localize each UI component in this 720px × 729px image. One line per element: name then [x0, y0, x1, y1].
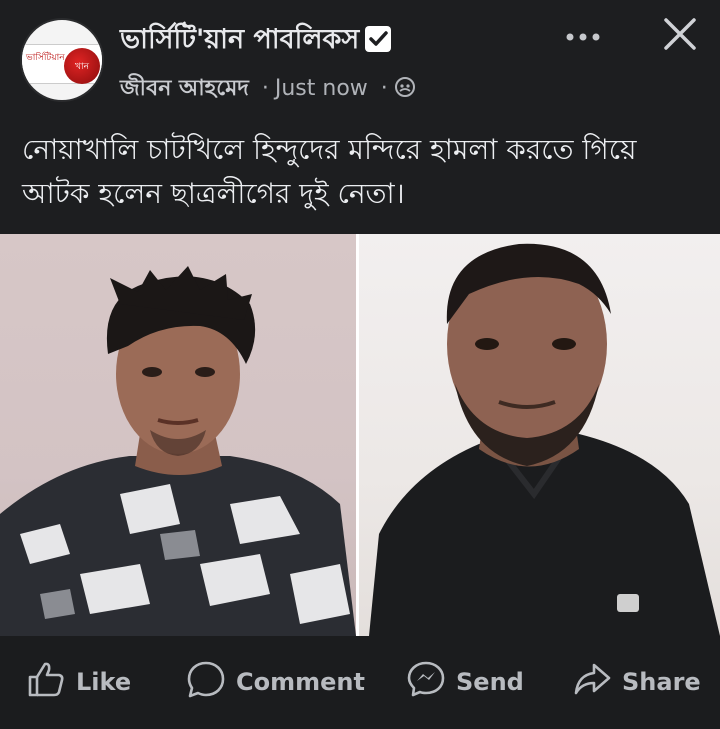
photo-right[interactable] [359, 234, 720, 636]
share-label: Share [622, 668, 701, 696]
post-timestamp[interactable]: Just now [275, 76, 368, 101]
send-label: Send [456, 668, 524, 696]
like-button[interactable]: Like [26, 662, 131, 702]
avatar-seal: খান [64, 48, 100, 84]
avatar-logo-text: ভার্সিটিয়ান [26, 53, 65, 63]
page-name[interactable]: ভার্সিটি'য়ান পাবলিকস [120, 22, 393, 58]
more-horizontal-icon [563, 27, 603, 46]
page-name-label: ভার্সিটি'য়ান পাবলিকস [120, 24, 360, 55]
comment-button[interactable]: Comment [186, 660, 365, 704]
share-arrow-icon [572, 660, 622, 704]
photo-left[interactable] [0, 234, 359, 636]
messenger-icon [406, 660, 456, 704]
post-meta: জীবন আহমেদ · Just now · [120, 74, 416, 104]
post-actions-bar: Like Comment Send Share [0, 636, 720, 729]
verified-check-icon [363, 24, 393, 54]
comment-bubble-icon [186, 660, 236, 704]
close-icon [662, 16, 698, 56]
close-button[interactable] [654, 12, 706, 60]
comment-label: Comment [236, 668, 365, 696]
photo-left-illustration [0, 266, 356, 636]
facebook-post: ভার্সিটিয়ান খান ভার্সিটি'য়ান পাবলিকস জ… [0, 0, 720, 729]
more-options-button[interactable] [558, 18, 608, 54]
share-button[interactable]: Share [572, 662, 701, 702]
thumbs-up-icon [26, 660, 76, 704]
post-media[interactable] [0, 234, 720, 636]
meta-separator: · [380, 76, 388, 101]
like-label: Like [76, 668, 132, 696]
avatar-seal-text: খান [75, 61, 89, 72]
photo-right-illustration [369, 243, 720, 636]
page-avatar[interactable]: ভার্সিটিয়ান খান [20, 18, 104, 102]
post-text: নোয়াখালি চাটখিলে হিন্দুদের মন্দিরে হামল… [22, 133, 637, 210]
meta-separator: · [261, 76, 269, 101]
author-name[interactable]: জীবন আহমেদ [120, 76, 249, 101]
audience-icon[interactable] [394, 76, 416, 98]
send-button[interactable]: Send [406, 660, 524, 704]
post-header: ভার্সিটিয়ান খান ভার্সিটি'য়ান পাবলিকস জ… [0, 0, 720, 120]
